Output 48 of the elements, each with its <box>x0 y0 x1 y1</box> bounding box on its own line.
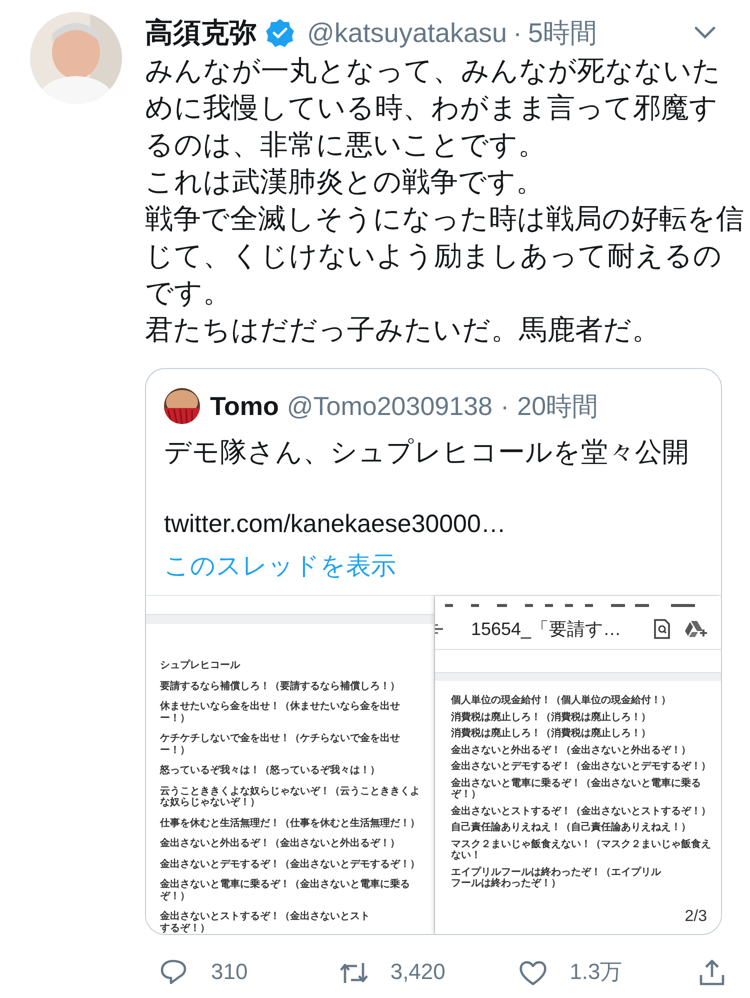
drive-add-icon[interactable] <box>685 620 707 638</box>
retweet-count: 3,420 <box>390 959 446 985</box>
document-line: 金出さないとデモするぞ！（金出さないとデモするぞ！） <box>451 761 712 772</box>
document-line: 金出さないと電車に乗るぞ！（金出さないと電車に乗るぞ！） <box>160 879 411 902</box>
document-line: 金出さないと外出るぞ！（金出さないと外出るぞ！） <box>451 744 692 756</box>
heart-icon[interactable] <box>518 958 548 986</box>
document-line: 個人単位の現金給付！（個人単位の現金給付！） <box>451 695 672 706</box>
author-name: Tomo <box>210 390 279 422</box>
document-line: 云うことききくよな奴らじゃないぞ！（云うことききくよな奴らじゃないぞ！） <box>160 786 421 808</box>
chevron-down-icon[interactable] <box>694 26 716 40</box>
document-line: エイプリルフールは終わったぞ！（エイプリルフールは終わったぞ！） <box>451 866 662 890</box>
tweet-time[interactable]: 5時間 <box>528 15 598 51</box>
link[interactable]: twitter.com/kanekaese30000… <box>146 469 721 541</box>
document-line: 怒っているぞ我々は！（怒っているぞ我々は！） <box>160 765 381 776</box>
tweet-text: これは武漢肺炎との戦争です。 <box>145 165 545 199</box>
document-image[interactable] <box>435 596 721 934</box>
document-image[interactable] <box>146 596 435 934</box>
document-line: 金出さないと電車に乗るぞ！（金出さないと電車に乗るぞ！） <box>451 778 702 800</box>
document-line: マスク２まいじゃ飯食えない！（マスク２まいじゃ飯食えない！ <box>451 838 712 862</box>
document-line: 消費税は廃止しろ！（消費税は廃止しろ！） <box>451 728 652 740</box>
tweet-text: 君たちはだだっ子みたいだ。馬鹿者だ。 <box>145 313 661 347</box>
author-handle[interactable]: @katsuyatakasu <box>307 18 508 48</box>
document-line: 休ませたいなら金を出せ！（休ませたいなら金を出せー！） <box>160 701 401 724</box>
document-line: 金出さないとストするぞ！（金出さないとストするぞ！） <box>160 911 371 934</box>
reply-count: 310 <box>211 959 248 985</box>
reply-icon[interactable] <box>159 958 189 986</box>
author-handle[interactable]: @Tomo20309138 <box>286 390 492 422</box>
document-line: 自己責任論ありえねえ！（自己責任論ありえねえ！） <box>451 822 692 834</box>
author-name: 高須克弥 <box>145 16 257 50</box>
document-title: 15654_「要請す… <box>471 618 622 641</box>
document-line: 仕事を休むと生活無理だ！（仕事を休むと生活無理だ！） <box>160 818 421 829</box>
like-count: 1.3万 <box>570 958 622 986</box>
separator: · <box>513 18 522 48</box>
show-thread-link[interactable]: このスレッドを表示 <box>146 541 414 583</box>
search-document-icon[interactable] <box>653 619 671 639</box>
document-line: 金出さないと外出るぞ！（金出さないと外出るぞ！） <box>160 838 401 850</box>
quoted-tweet-card[interactable] <box>145 368 722 935</box>
quoted-text: デモ隊さん、シュプレヒコールを堂々公開 <box>163 436 690 469</box>
document-line: 金出さないとストするぞ！（金出さないとストするぞ！） <box>451 806 712 817</box>
tweet-text: みんなが一丸となって、みんなが死なないために我慢している時、わがまま言って邪魔するのは、非常に悪いことです。 <box>145 54 722 162</box>
document-line: 金出さないとデモするぞ！（金出さないとデモするぞ！） <box>160 858 421 870</box>
separator: · <box>500 390 510 422</box>
document-line: 要請するなら補償しろ！（要請するなら補償しろ！） <box>160 680 401 692</box>
tweet-text: 戦争で全滅しそうになった時は戦局の好転を信じて、くじけないよう励ましあって耐えるのです。 <box>145 202 745 310</box>
document-line: ケチケチしないで金を出せ！（ケチらないで金を出せー！） <box>160 733 401 756</box>
document-line: シュプレヒコール <box>160 660 242 672</box>
document-line: 消費税は廃止しろ！（消費税は廃止しろ！） <box>451 712 652 723</box>
tweet-time[interactable]: 20時間 <box>517 388 598 424</box>
